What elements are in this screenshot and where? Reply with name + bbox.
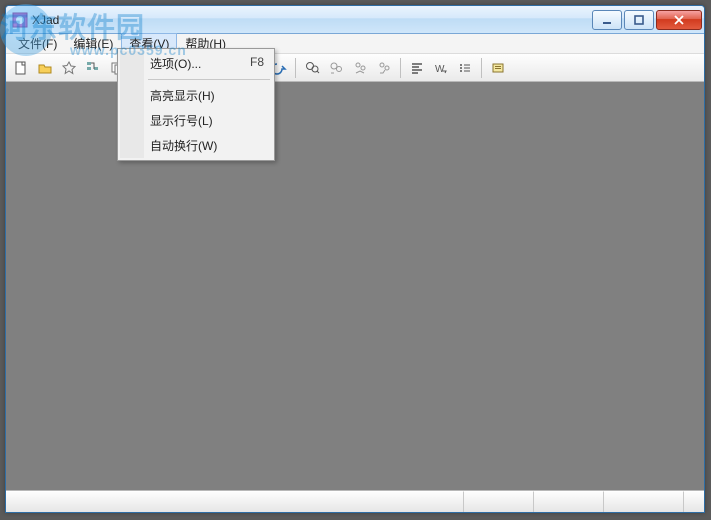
view-menu-dropdown: 选项(O)... F8 高亮显示(H) 显示行号(L) 自动换行(W) — [117, 48, 275, 161]
window-controls — [590, 10, 702, 30]
status-cell-main — [6, 491, 464, 512]
list-icon[interactable] — [454, 57, 476, 79]
find-icon[interactable] — [301, 57, 323, 79]
favorite-icon[interactable] — [58, 57, 80, 79]
menu-item-label: 显示行号(L) — [150, 112, 213, 129]
status-cell-2 — [464, 491, 534, 512]
client-area — [6, 82, 704, 490]
align-left-icon[interactable] — [406, 57, 428, 79]
statusbar — [6, 490, 704, 512]
find-next-icon[interactable] — [325, 57, 347, 79]
menubar: 文件(F) 编辑(E) 查看(V) 帮助(H) — [6, 34, 704, 54]
menu-file[interactable]: 文件(F) — [10, 33, 65, 54]
menu-edit[interactable]: 编辑(E) — [65, 33, 121, 54]
tree-icon[interactable] — [82, 57, 104, 79]
menu-item-highlight[interactable]: 高亮显示(H) — [120, 83, 272, 108]
wrap-icon[interactable]: W — [430, 57, 452, 79]
svg-text:W: W — [435, 64, 445, 75]
window-title: XJad — [32, 13, 590, 27]
toolbar: W — [6, 54, 704, 82]
toolbar-separator — [295, 58, 296, 78]
new-file-icon[interactable] — [10, 57, 32, 79]
menu-item-label: 选项(O)... — [150, 55, 201, 72]
titlebar: XJad — [6, 6, 704, 34]
menu-item-shortcut: F8 — [250, 55, 264, 72]
close-button[interactable] — [656, 10, 702, 30]
settings-icon[interactable] — [487, 57, 509, 79]
menu-item-label: 自动换行(W) — [150, 137, 217, 154]
app-window: XJad 文件(F) 编辑(E) 查看(V) 帮助(H) — [5, 5, 705, 513]
status-cell-4 — [604, 491, 684, 512]
toolbar-separator — [481, 58, 482, 78]
maximize-button[interactable] — [624, 10, 654, 30]
menu-item-linenum[interactable]: 显示行号(L) — [120, 108, 272, 133]
toolbar-separator — [400, 58, 401, 78]
minimize-button[interactable] — [592, 10, 622, 30]
menu-item-options[interactable]: 选项(O)... F8 — [120, 51, 272, 76]
open-file-icon[interactable] — [34, 57, 56, 79]
bookmark-next-icon[interactable] — [373, 57, 395, 79]
status-cell-grip — [684, 491, 704, 512]
menu-item-wordwrap[interactable]: 自动换行(W) — [120, 133, 272, 158]
bookmark-icon[interactable] — [349, 57, 371, 79]
status-cell-3 — [534, 491, 604, 512]
menu-item-label: 高亮显示(H) — [150, 87, 215, 104]
menu-separator — [148, 79, 270, 80]
app-icon — [12, 12, 28, 28]
